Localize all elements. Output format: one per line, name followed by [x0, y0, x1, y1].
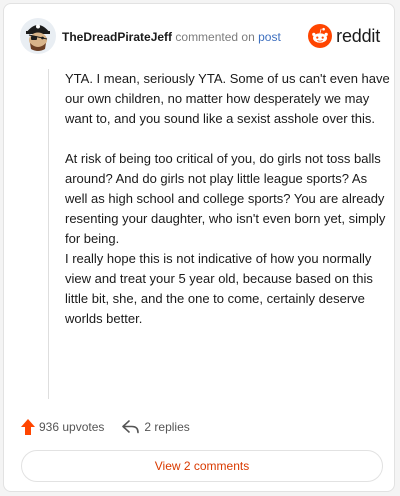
- comment-body: YTA. I mean, seriously YTA. Some of us c…: [48, 69, 392, 399]
- upvote-button[interactable]: 936 upvotes: [21, 419, 104, 435]
- comment-paragraph: YTA. I mean, seriously YTA. Some of us c…: [65, 71, 390, 126]
- reddit-logo[interactable]: reddit: [308, 24, 380, 48]
- pirate-snoo-icon[interactable]: [20, 18, 56, 54]
- upvote-count: 936 upvotes: [39, 420, 105, 434]
- comment-paragraph: At risk of being too critical of you, do…: [65, 151, 386, 326]
- comment-card: TheDreadPirateJeff commented on post red…: [3, 3, 395, 492]
- post-link[interactable]: post: [258, 30, 281, 44]
- action-text: commented on: [175, 30, 255, 44]
- comment-actions: 936 upvotes 2 replies: [21, 418, 190, 436]
- comment-header: TheDreadPirateJeff commented on post red…: [20, 18, 380, 58]
- upvote-arrow-icon: [21, 419, 35, 435]
- view-comments-button[interactable]: View 2 comments: [21, 450, 383, 482]
- reply-count: 2 replies: [144, 420, 190, 434]
- replies-button[interactable]: 2 replies: [122, 420, 190, 434]
- reddit-wordmark: reddit: [336, 25, 380, 46]
- reddit-snoo-icon: [308, 24, 333, 48]
- reply-arrow-icon: [122, 420, 140, 434]
- comment-attribution: TheDreadPirateJeff commented on post: [62, 30, 281, 44]
- username-link[interactable]: TheDreadPirateJeff: [62, 30, 172, 44]
